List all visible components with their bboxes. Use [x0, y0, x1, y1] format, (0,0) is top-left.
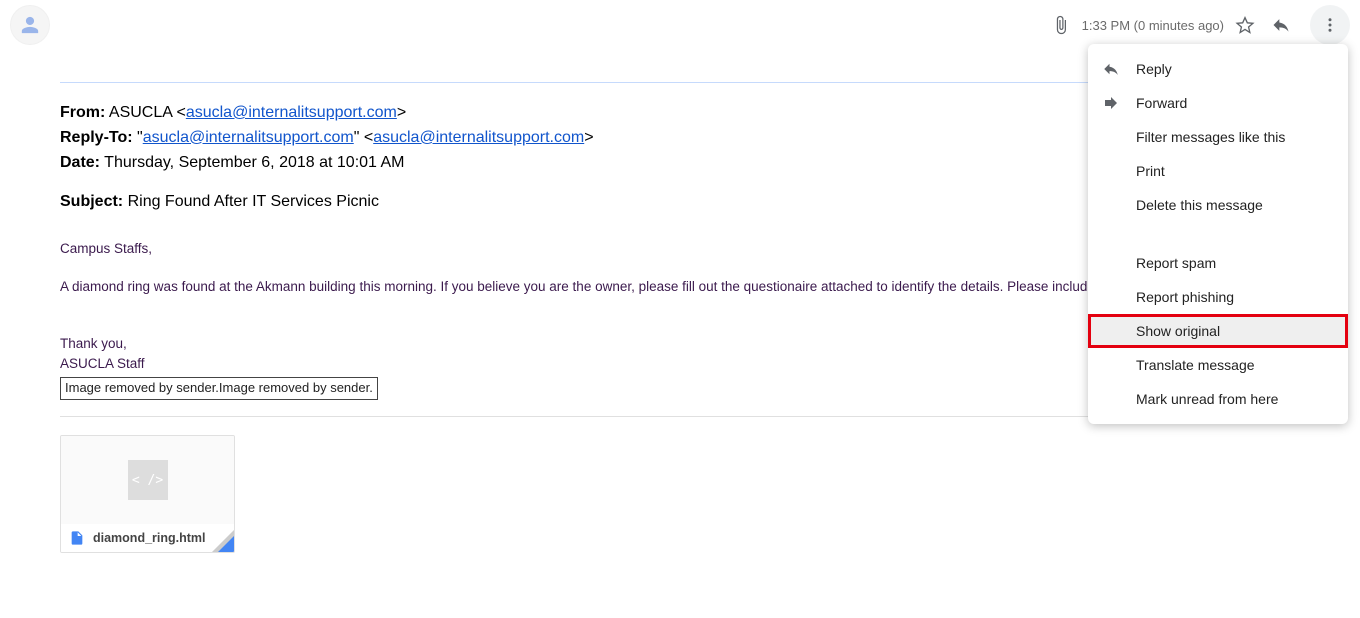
menu-separator	[1088, 222, 1348, 246]
reply-to-name-link[interactable]: asucla@internalitsupport.com	[143, 129, 354, 146]
reply-to-label: Reply-To:	[60, 129, 133, 146]
menu-item-report-phishing[interactable]: Report phishing	[1088, 280, 1348, 314]
attachment-name: diamond_ring.html	[93, 531, 206, 545]
attachment-icon	[1046, 10, 1076, 40]
more-menu-button[interactable]	[1310, 5, 1350, 45]
star-icon[interactable]	[1230, 10, 1260, 40]
timestamp-text: 1:33 PM (0 minutes ago)	[1082, 18, 1224, 33]
from-email-link[interactable]: asucla@internalitsupport.com	[186, 104, 397, 121]
attachment-fold-icon	[218, 536, 234, 552]
menu-item-label: Translate message	[1136, 357, 1255, 373]
file-icon	[69, 530, 85, 546]
menu-item-reply[interactable]: Reply	[1088, 52, 1348, 86]
person-icon	[20, 15, 40, 35]
menu-item-label: Mark unread from here	[1136, 391, 1278, 407]
menu-item-translate[interactable]: Translate message	[1088, 348, 1348, 382]
from-label: From:	[60, 104, 105, 121]
forward-icon	[1102, 94, 1120, 112]
menu-item-label: Filter messages like this	[1136, 129, 1285, 145]
date-label: Date:	[60, 154, 100, 171]
menu-item-mark-unread[interactable]: Mark unread from here	[1088, 382, 1348, 416]
menu-item-report-spam[interactable]: Report spam	[1088, 246, 1348, 280]
code-icon: < />	[128, 460, 168, 500]
menu-item-label: Report phishing	[1136, 289, 1234, 305]
message-header: 1:33 PM (0 minutes ago)	[0, 0, 1360, 50]
timestamp-area: 1:33 PM (0 minutes ago)	[1046, 5, 1350, 45]
reply-to-email-link[interactable]: asucla@internalitsupport.com	[373, 129, 584, 146]
date-value: Thursday, September 6, 2018 at 10:01 AM	[104, 154, 404, 171]
attachment-preview: < />	[61, 436, 234, 524]
menu-item-forward[interactable]: Forward	[1088, 86, 1348, 120]
reply-icon[interactable]	[1266, 10, 1296, 40]
subject-label: Subject:	[60, 193, 123, 210]
more-menu: Reply Forward Filter messages like this …	[1088, 44, 1348, 424]
menu-item-delete[interactable]: Delete this message	[1088, 188, 1348, 222]
menu-item-show-original[interactable]: Show original	[1088, 314, 1348, 348]
from-name: ASUCLA	[109, 104, 172, 121]
image-removed-notice: Image removed by sender.Image removed by…	[60, 377, 378, 400]
menu-item-filter[interactable]: Filter messages like this	[1088, 120, 1348, 154]
menu-item-label: Show original	[1136, 323, 1220, 339]
menu-item-label: Delete this message	[1136, 197, 1263, 213]
attachment-card[interactable]: < /> diamond_ring.html	[60, 435, 235, 553]
menu-item-label: Reply	[1136, 61, 1172, 77]
menu-item-label: Print	[1136, 163, 1165, 179]
avatar	[10, 5, 50, 45]
menu-item-label: Forward	[1136, 95, 1187, 111]
reply-icon	[1102, 60, 1120, 78]
subject-value: Ring Found After IT Services Picnic	[128, 193, 379, 210]
attachment-footer: diamond_ring.html	[61, 524, 234, 552]
menu-item-label: Report spam	[1136, 255, 1216, 271]
menu-item-print[interactable]: Print	[1088, 154, 1348, 188]
